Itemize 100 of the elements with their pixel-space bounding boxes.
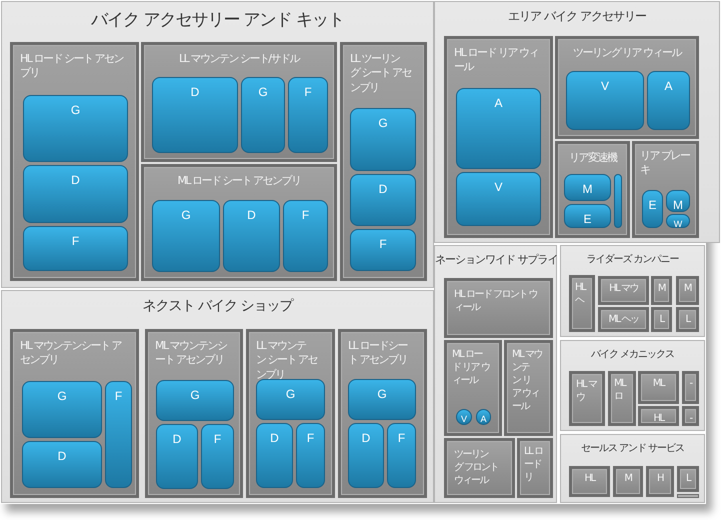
treemap-leaf[interactable]: M (564, 174, 611, 201)
treemap-leaf[interactable]: D (152, 77, 238, 153)
tile-label: HL ロード シート アセンブリ (20, 52, 124, 81)
treemap-tile[interactable]: HL (638, 406, 679, 426)
group-title: バイク アクセサリー アンド キット (90, 9, 346, 31)
treemap-tile[interactable]: ツーリング リア ウィール V A (555, 36, 699, 139)
treemap-leaf[interactable]: F (350, 229, 416, 271)
treemap-tile[interactable]: ML ロード リア ウィール V A (444, 340, 502, 436)
treemap-tile[interactable]: HL (569, 466, 610, 497)
tile-label: HL ロード フロント ウィール (454, 288, 538, 314)
treemap-leaf[interactable]: V (456, 409, 472, 425)
treemap-tile[interactable]: HL ロード シート アセンブリ G D F (10, 42, 139, 281)
empty-tile[interactable] (677, 494, 699, 498)
treemap-tile[interactable]: HL マウンテンシート アセンブリ G D F (10, 329, 139, 498)
tile-label: HL マウ (609, 282, 638, 295)
treemap-leaf[interactable]: G (241, 77, 285, 153)
treemap-tile[interactable]: ML ヘッ (598, 307, 649, 332)
treemap-leaf[interactable]: G (348, 379, 416, 420)
group-title: ライダーズ カンパニー (585, 253, 680, 266)
tile-label: HLヘ (575, 281, 587, 307)
treemap-leaf[interactable]: F (283, 200, 328, 272)
empty-leaf[interactable] (614, 174, 622, 228)
tile-label: LL ツーリング シート アセンブリ (350, 52, 412, 95)
tile-label: リア変速機 (568, 151, 616, 166)
treemap-tile[interactable]: リア ブレーキ E M W (632, 141, 699, 238)
treemap-tile[interactable]: L (677, 466, 699, 492)
treemap-leaf[interactable]: A (647, 71, 690, 130)
treemap-leaf[interactable]: M (666, 190, 690, 212)
treemap-leaf[interactable]: A (456, 88, 541, 169)
tile-label: L (659, 313, 664, 326)
treemap-leaf[interactable]: D (223, 200, 280, 272)
treemap-leaf[interactable]: F (387, 423, 416, 488)
treemap-tile[interactable]: ML マウンテン リア ウィール (504, 340, 553, 436)
treemap-leaf[interactable]: D (156, 424, 198, 489)
treemap-leaf[interactable]: E (642, 190, 663, 228)
treemap-tile[interactable]: - (682, 406, 699, 426)
tile-label: LL ロードリ (524, 445, 544, 484)
tile-label: リア ブレーキ (640, 149, 691, 178)
treemap-leaf[interactable]: F (23, 226, 128, 271)
treemap-tile[interactable]: ツーリング フロントウィール (444, 438, 515, 498)
treemap-tile[interactable]: L (676, 307, 699, 332)
tile-label: HL マウンテンシート アセンブリ (20, 339, 122, 368)
treemap-tile[interactable]: L (651, 307, 672, 332)
group-title: ネクスト バイク ショップ (142, 297, 294, 315)
tile-label: - (689, 377, 692, 390)
treemap-leaf[interactable]: V (456, 172, 541, 226)
treemap-tile[interactable]: LL ツーリング シート アセンブリ G D F (340, 42, 427, 281)
treemap-tile[interactable]: - (682, 371, 699, 404)
group-title: バイク メカニックス (590, 348, 676, 361)
tile-label: LL マウンテン シート アセンブリ (256, 339, 318, 382)
treemap-leaf[interactable]: D (22, 441, 102, 488)
treemap-leaf[interactable]: G (152, 200, 220, 272)
treemap-leaf[interactable]: A (476, 409, 491, 425)
treemap-tile[interactable]: ML ロード シート アセンブリ G D F (141, 164, 337, 281)
tile-label: ツーリング フロントウィール (454, 448, 500, 487)
treemap-tile[interactable]: LL ロードシート アセンブリ G D F (338, 329, 427, 498)
treemap-tile[interactable]: HL マウ (598, 276, 649, 305)
treemap-leaf[interactable]: F (296, 423, 325, 488)
treemap-tile[interactable]: HL マウ (569, 371, 605, 426)
tile-label: ML マウンテンシート アセンブリ (155, 339, 228, 368)
treemap-tile[interactable]: ML (638, 371, 679, 404)
treemap-leaf[interactable]: G (22, 381, 102, 438)
treemap-leaf[interactable]: D (256, 423, 293, 488)
treemap-leaf[interactable]: F (201, 424, 234, 489)
treemap-leaf[interactable]: D (350, 174, 416, 226)
treemap-tile[interactable]: ML マウンテンシート アセンブリ G D F (145, 329, 243, 498)
treemap-leaf[interactable]: F (105, 381, 132, 488)
treemap-tile[interactable]: リア変速機 M E (555, 141, 630, 238)
treemap-leaf[interactable]: D (23, 165, 128, 223)
treemap-tile[interactable]: LL ロードリ (517, 438, 553, 498)
treemap-leaf[interactable]: W (666, 214, 690, 228)
treemap-tile[interactable]: MLロ (608, 371, 636, 426)
tile-label: L (686, 472, 690, 485)
tile-label: HL (653, 412, 664, 425)
treemap-leaf[interactable]: D (348, 423, 384, 488)
group-title: セールス アンド サービス (580, 442, 686, 455)
treemap-tile[interactable]: HL ロード リア ウィール A V (444, 36, 553, 238)
treemap-tile[interactable]: M (676, 276, 699, 305)
treemap-leaf[interactable]: G (256, 379, 325, 420)
treemap-tile[interactable]: HL ロード フロント ウィール (444, 278, 553, 338)
tile-label: HL マウ (576, 378, 598, 404)
tile-label: ML ロード シート アセンブリ (177, 174, 301, 188)
treemap-leaf[interactable]: G (156, 380, 234, 421)
treemap-tile[interactable]: H (646, 466, 674, 497)
tile-label: ツーリング リア ウィール (572, 46, 682, 60)
treemap-leaf[interactable]: G (350, 108, 416, 171)
tile-label: HL ロード リア ウィール (454, 46, 539, 75)
treemap-tile[interactable]: M (613, 466, 643, 497)
tile-label: M (624, 472, 632, 485)
treemap-leaf[interactable]: E (564, 204, 611, 228)
treemap-tile[interactable]: LL マウンテン シート/サドル D G F (141, 42, 337, 162)
treemap-leaf[interactable]: V (566, 71, 644, 130)
treemap-tile[interactable]: HLヘ (569, 275, 595, 332)
treemap-leaf[interactable]: F (288, 77, 328, 153)
group-title: ネーションワイド サプライ (435, 252, 556, 267)
treemap-tile[interactable]: M (651, 276, 672, 305)
treemap-tile[interactable]: LL マウンテン シート アセンブリ G D F (246, 329, 335, 498)
tile-label: MLロ (614, 377, 627, 403)
tile-label: HL (584, 472, 595, 485)
treemap-leaf[interactable]: G (23, 95, 128, 162)
